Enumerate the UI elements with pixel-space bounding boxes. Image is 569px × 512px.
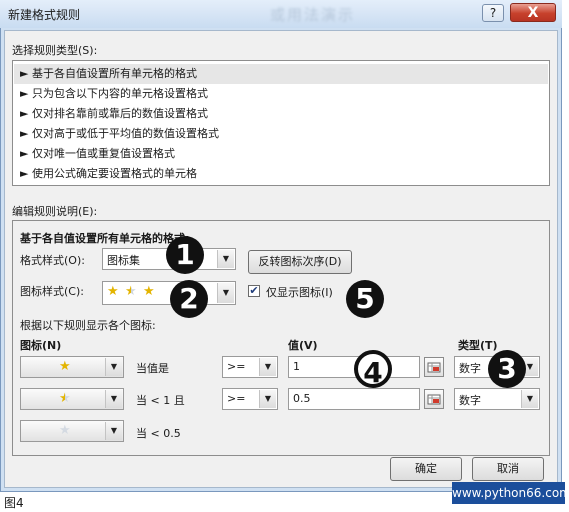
help-button[interactable]: ? — [482, 4, 504, 22]
type-value: 数字 — [459, 362, 481, 375]
annotation-marker-4: 4 — [354, 350, 392, 389]
icon-select-row1[interactable]: ★ ▼ — [20, 356, 124, 378]
value-input-row2[interactable]: 0.5 — [288, 388, 420, 410]
chevron-down-icon[interactable]: ▼ — [105, 358, 122, 376]
star-half-icon: ★ — [59, 391, 71, 406]
range-picker-button[interactable] — [424, 389, 444, 409]
format-style-label: 格式样式(O): — [20, 254, 85, 267]
annotation-marker-3: 3 — [488, 350, 526, 388]
cancel-button[interactable]: 取消 — [472, 457, 544, 481]
reverse-icon-order-button[interactable]: 反转图标次序(D) — [248, 250, 352, 274]
icon-select-row2[interactable]: ★ ▼ — [20, 388, 124, 410]
annotation-marker-1: 1 — [166, 236, 204, 274]
value-text: 0.5 — [293, 392, 311, 405]
operator-value: >= — [227, 392, 246, 405]
star-full-icon: ★ — [107, 284, 119, 299]
star-empty-icon: ★ — [59, 423, 71, 438]
rule-type-list[interactable]: ► 基于各自值设置所有单元格的格式 ► 只为包含以下内容的单元格设置格式 ► 仅… — [12, 60, 550, 186]
chevron-down-icon[interactable]: ▼ — [521, 390, 538, 408]
star-full-icon: ★ — [59, 359, 71, 374]
chevron-down-icon[interactable]: ▼ — [217, 283, 234, 303]
operator-select-row2[interactable]: >= ▼ — [222, 388, 278, 410]
rule-type-item[interactable]: ► 仅对高于或低于平均值的数值设置格式 — [14, 124, 548, 144]
close-button[interactable]: X — [510, 3, 556, 22]
range-picker-button[interactable] — [424, 357, 444, 377]
type-column-header: 类型(T) — [458, 339, 498, 352]
type-value: 数字 — [459, 394, 481, 407]
icon-style-select[interactable]: ★ ★ ★ ▼ — [102, 281, 236, 305]
chevron-down-icon[interactable]: ▼ — [259, 358, 276, 376]
chevron-down-icon[interactable]: ▼ — [105, 422, 122, 440]
condition-label: 当 < 1 且 — [136, 394, 185, 407]
type-select-row2[interactable]: 数字 ▼ — [454, 388, 540, 410]
icon-column-header: 图标(N) — [20, 339, 62, 352]
chevron-down-icon[interactable]: ▼ — [217, 250, 234, 268]
operator-value: >= — [227, 360, 246, 373]
annotation-marker-5: 5 — [346, 280, 384, 318]
figure-caption: 图4 — [4, 496, 24, 510]
rule-type-item[interactable]: ► 仅对排名靠前或靠后的数值设置格式 — [14, 104, 548, 124]
ok-button[interactable]: 确定 — [390, 457, 462, 481]
show-icon-only-checkbox[interactable]: ✔ — [248, 285, 260, 297]
background-blurred-text: 或用法演示 — [270, 6, 356, 24]
annotation-marker-2: 2 — [170, 280, 208, 318]
site-watermark: www.python66.com — [452, 482, 569, 504]
range-picker-icon — [427, 362, 441, 373]
rule-type-item[interactable]: ► 仅对唯一值或重复值设置格式 — [14, 144, 548, 164]
value-column-header: 值(V) — [288, 339, 318, 352]
icon-style-label: 图标样式(C): — [20, 285, 84, 298]
show-icon-only-label: 仅显示图标(I) — [266, 286, 333, 299]
range-picker-icon — [427, 394, 441, 405]
rule-type-label: 选择规则类型(S): — [12, 44, 98, 57]
operator-select-row1[interactable]: >= ▼ — [222, 356, 278, 378]
edit-rule-label: 编辑规则说明(E): — [12, 205, 98, 218]
rule-type-item[interactable]: ► 只为包含以下内容的单元格设置格式 — [14, 84, 548, 104]
rules-caption: 根据以下规则显示各个图标: — [20, 319, 156, 332]
condition-label: 当 < 0.5 — [136, 427, 181, 440]
rule-type-item[interactable]: ► 使用公式确定要设置格式的单元格 — [14, 164, 548, 184]
rule-heading: 基于各自值设置所有单元格的格式: — [20, 232, 190, 245]
star-half-icon: ★ — [125, 284, 137, 299]
condition-label: 当值是 — [136, 362, 169, 375]
chevron-down-icon[interactable]: ▼ — [105, 390, 122, 408]
star-full-icon: ★ — [143, 284, 155, 299]
format-style-value: 图标集 — [107, 254, 140, 267]
chevron-down-icon[interactable]: ▼ — [259, 390, 276, 408]
icon-select-row3[interactable]: ★ ▼ — [20, 420, 124, 442]
rule-type-item[interactable]: ► 基于各自值设置所有单元格的格式 — [14, 64, 548, 84]
value-text: 1 — [293, 360, 300, 373]
dialog-title: 新建格式规则 — [8, 8, 81, 22]
